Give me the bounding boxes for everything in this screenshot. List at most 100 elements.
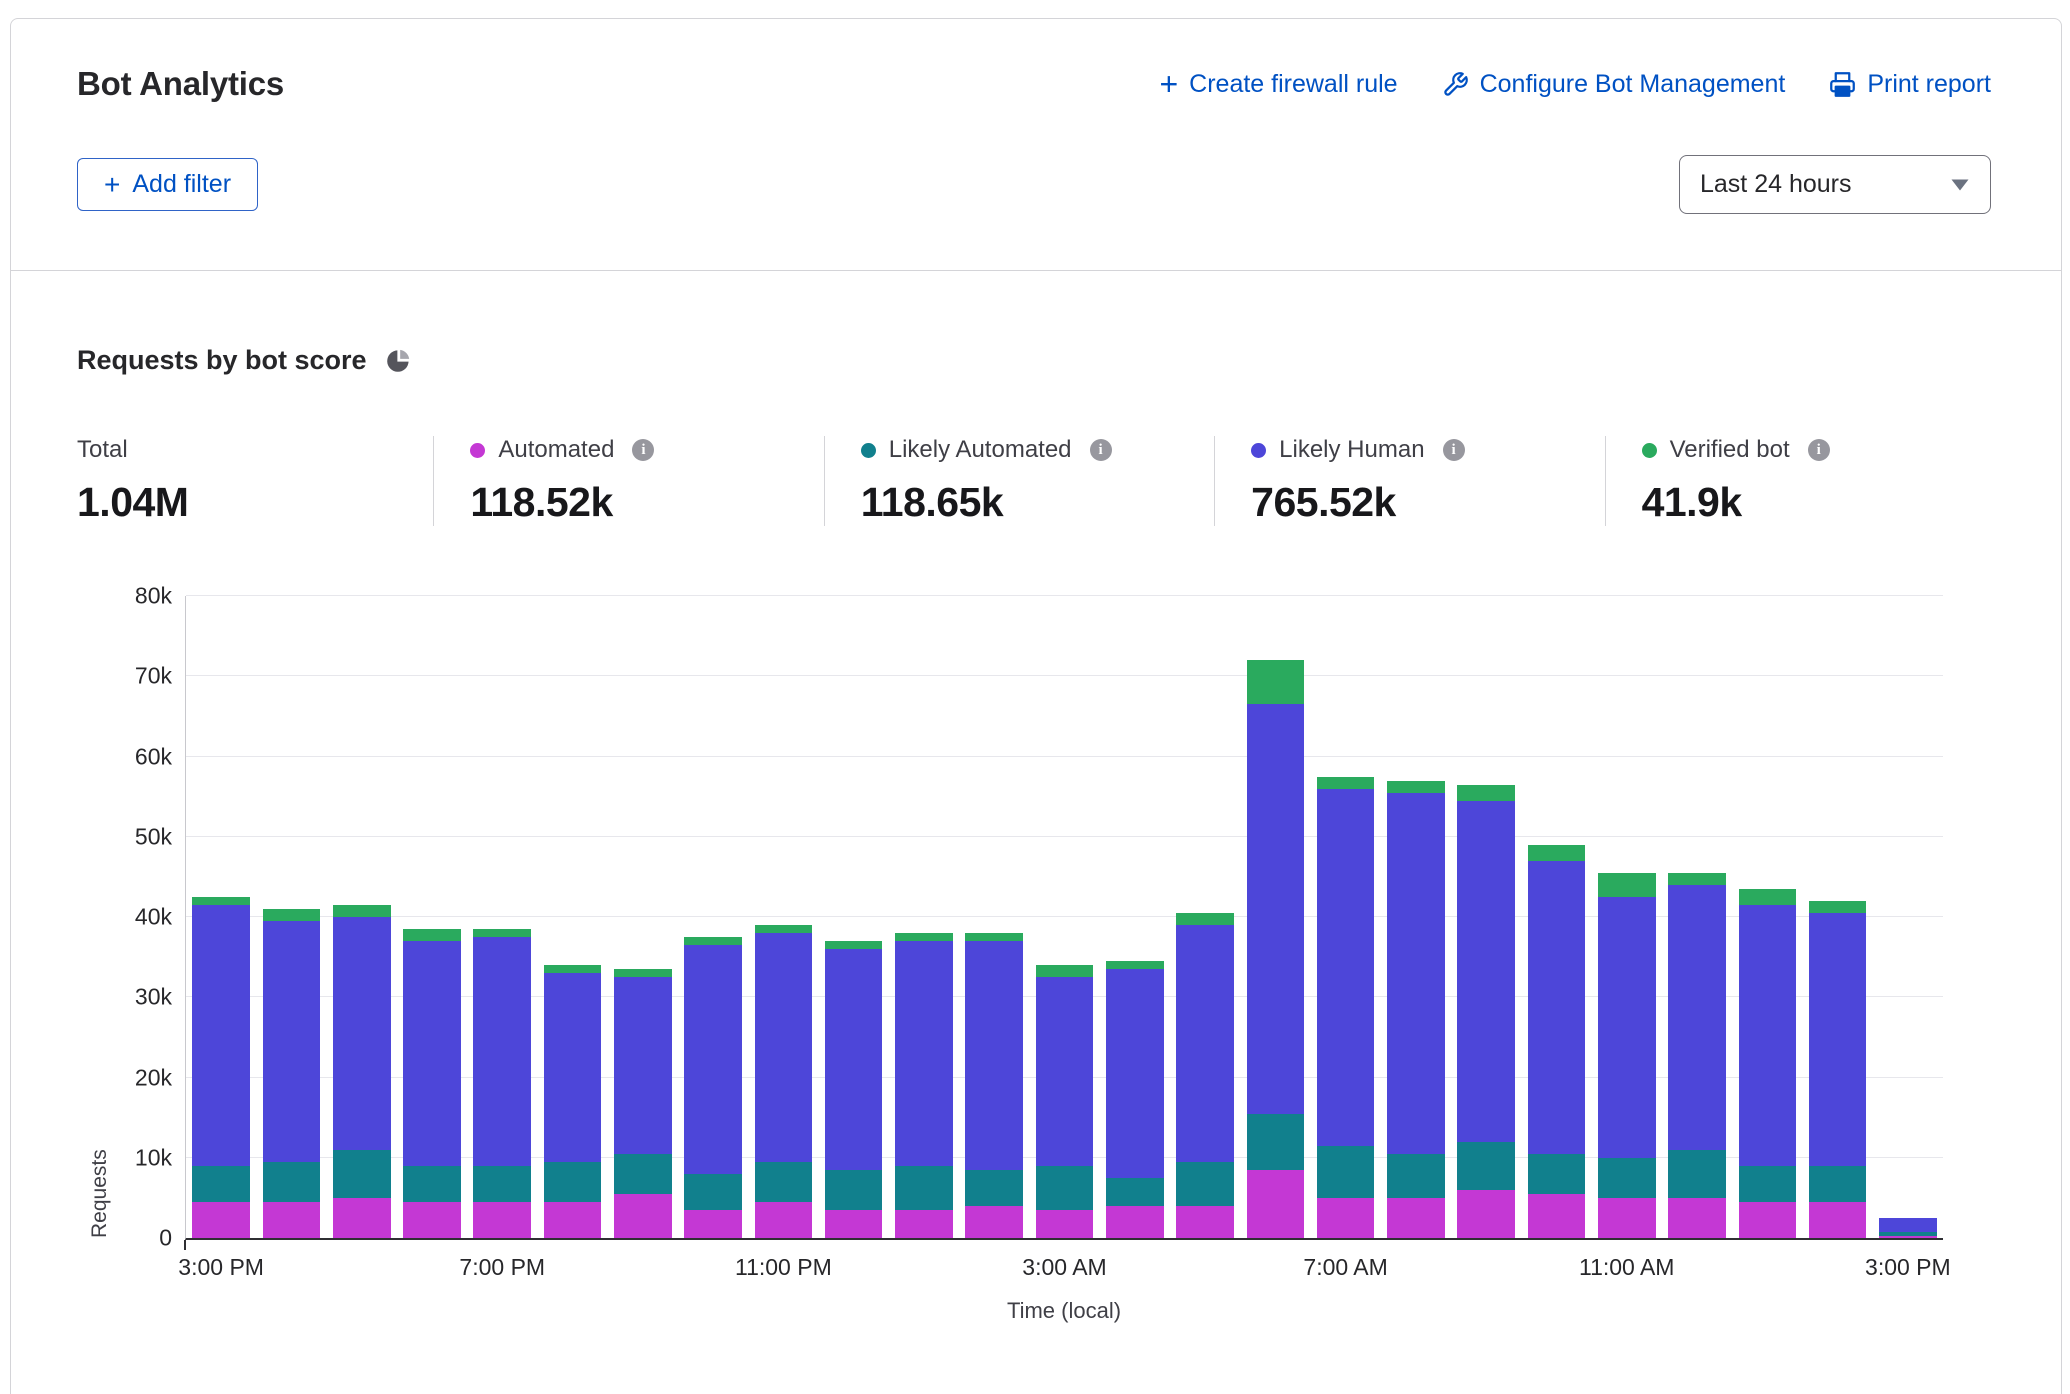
segment-verified-bot: [1317, 777, 1375, 789]
stacked-bar[interactable]: [755, 596, 813, 1238]
segment-automated: [1879, 1236, 1937, 1238]
segment-likely-automated: [544, 1162, 602, 1202]
segment-likely-human: [544, 973, 602, 1162]
segment-automated: [192, 1202, 250, 1238]
y-tick-label: 10k: [135, 1144, 172, 1171]
y-tick-label: 80k: [135, 583, 172, 610]
segment-likely-human: [1247, 704, 1305, 1113]
bar-slot: [1662, 596, 1732, 1238]
y-tick-label: 0: [159, 1225, 172, 1252]
bar-slot: [959, 596, 1029, 1238]
configure-bot-management-link[interactable]: Configure Bot Management: [1442, 70, 1786, 99]
stacked-bar[interactable]: [1739, 596, 1797, 1238]
y-tick-label: 50k: [135, 823, 172, 850]
bar-slot: [1240, 596, 1310, 1238]
stat-likely-automated: Likely Automatedi118.65k: [824, 436, 1214, 526]
segment-likely-human: [1387, 793, 1445, 1154]
bar-slot: [397, 596, 467, 1238]
info-icon[interactable]: i: [1443, 439, 1465, 461]
segment-likely-automated: [1106, 1178, 1164, 1206]
bar-slot: [608, 596, 678, 1238]
segment-likely-human: [614, 977, 672, 1154]
bars-layer: [186, 596, 1943, 1238]
stacked-bar[interactable]: [1036, 596, 1094, 1238]
stacked-bar[interactable]: [473, 596, 531, 1238]
stacked-bar[interactable]: [1176, 596, 1234, 1238]
segment-likely-automated: [965, 1170, 1023, 1206]
segment-verified-bot: [1809, 901, 1867, 913]
segment-verified-bot: [263, 909, 321, 921]
segment-verified-bot: [614, 969, 672, 977]
stacked-bar[interactable]: [684, 596, 742, 1238]
stacked-bar[interactable]: [965, 596, 1023, 1238]
info-icon[interactable]: i: [1808, 439, 1830, 461]
segment-likely-automated: [263, 1162, 321, 1202]
x-tick-label: 3:00 PM: [178, 1254, 264, 1281]
segment-automated: [1809, 1202, 1867, 1238]
x-tick-label: 3:00 AM: [1022, 1254, 1106, 1281]
bar-slot: [1592, 596, 1662, 1238]
y-tick-label: 30k: [135, 984, 172, 1011]
stacked-bar[interactable]: [1598, 596, 1656, 1238]
segment-verified-bot: [1036, 965, 1094, 977]
print-report-link[interactable]: Print report: [1829, 70, 1991, 99]
header-top-row: Bot Analytics + Create firewall rule Con…: [77, 65, 1991, 103]
stacked-bar[interactable]: [544, 596, 602, 1238]
pie-chart-icon: [385, 347, 412, 374]
stacked-bar[interactable]: [1317, 596, 1375, 1238]
segment-automated: [1598, 1198, 1656, 1238]
segment-automated: [403, 1202, 461, 1238]
stacked-bar[interactable]: [1668, 596, 1726, 1238]
x-tick-label: 7:00 AM: [1303, 1254, 1387, 1281]
segment-automated: [263, 1202, 321, 1238]
segment-automated: [1528, 1194, 1586, 1238]
stacked-bar[interactable]: [895, 596, 953, 1238]
origin-tick: [184, 1240, 186, 1250]
stacked-bar[interactable]: [1387, 596, 1445, 1238]
segment-likely-automated: [825, 1170, 883, 1210]
segment-likely-human: [263, 921, 321, 1162]
segment-likely-human: [1176, 925, 1234, 1162]
segment-likely-human: [403, 941, 461, 1166]
printer-icon: [1829, 71, 1856, 98]
section-title: Requests by bot score: [77, 345, 367, 376]
segment-likely-automated: [1036, 1166, 1094, 1210]
segment-likely-automated: [1317, 1146, 1375, 1198]
segment-automated: [684, 1210, 742, 1238]
stat-value: 41.9k: [1642, 479, 1995, 526]
create-firewall-rule-link[interactable]: + Create firewall rule: [1159, 70, 1397, 99]
add-filter-button[interactable]: + Add filter: [77, 158, 258, 211]
segment-likely-automated: [1809, 1166, 1867, 1202]
stacked-bar[interactable]: [333, 596, 391, 1238]
bar-slot: [1100, 596, 1170, 1238]
stat-label-row: Total: [77, 436, 433, 464]
info-icon[interactable]: i: [632, 439, 654, 461]
stacked-bar[interactable]: [1457, 596, 1515, 1238]
stacked-bar[interactable]: [192, 596, 250, 1238]
stacked-bar[interactable]: [1879, 596, 1937, 1238]
time-range-select[interactable]: Last 24 hours: [1679, 155, 1991, 214]
segment-verified-bot: [1598, 873, 1656, 897]
stacked-bar[interactable]: [614, 596, 672, 1238]
segment-likely-human: [1317, 789, 1375, 1146]
y-tick-label: 40k: [135, 904, 172, 931]
stacked-bar[interactable]: [825, 596, 883, 1238]
stacked-bar[interactable]: [263, 596, 321, 1238]
x-tick-label: 7:00 PM: [459, 1254, 545, 1281]
segment-verified-bot: [1176, 913, 1234, 925]
chevron-down-icon: [1950, 178, 1970, 192]
bar-slot: [1311, 596, 1381, 1238]
bar-slot: [1170, 596, 1240, 1238]
stacked-bar[interactable]: [1106, 596, 1164, 1238]
segment-likely-human: [684, 945, 742, 1174]
segment-likely-automated: [614, 1154, 672, 1194]
stat-label-row: Likely Humani: [1251, 436, 1604, 464]
stacked-bar[interactable]: [1809, 596, 1867, 1238]
y-tick-label: 70k: [135, 663, 172, 690]
stat-label: Verified bot: [1670, 436, 1790, 464]
stacked-bar[interactable]: [403, 596, 461, 1238]
stacked-bar[interactable]: [1247, 596, 1305, 1238]
stacked-bar[interactable]: [1528, 596, 1586, 1238]
info-icon[interactable]: i: [1090, 439, 1112, 461]
segment-likely-automated: [403, 1166, 461, 1202]
